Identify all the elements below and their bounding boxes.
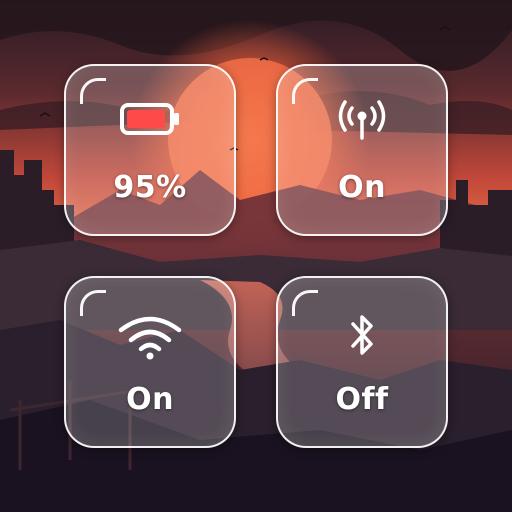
corner-accent: [80, 290, 106, 316]
wifi-status: On: [126, 382, 174, 417]
mobile-signal-status: On: [338, 170, 386, 205]
battery-tile[interactable]: 95%: [64, 64, 236, 236]
antenna-signal-icon: [338, 100, 386, 140]
corner-accent: [292, 78, 318, 104]
wifi-icon: [118, 316, 182, 360]
battery-level-label: 95%: [113, 170, 187, 205]
corner-accent: [80, 78, 106, 104]
wifi-tile[interactable]: On: [64, 276, 236, 448]
corner-accent: [292, 290, 318, 316]
bluetooth-tile[interactable]: Off: [276, 276, 448, 448]
bluetooth-status: Off: [335, 382, 389, 417]
mobile-signal-tile[interactable]: On: [276, 64, 448, 236]
battery-icon: [120, 103, 179, 135]
bluetooth-icon: [351, 315, 373, 355]
